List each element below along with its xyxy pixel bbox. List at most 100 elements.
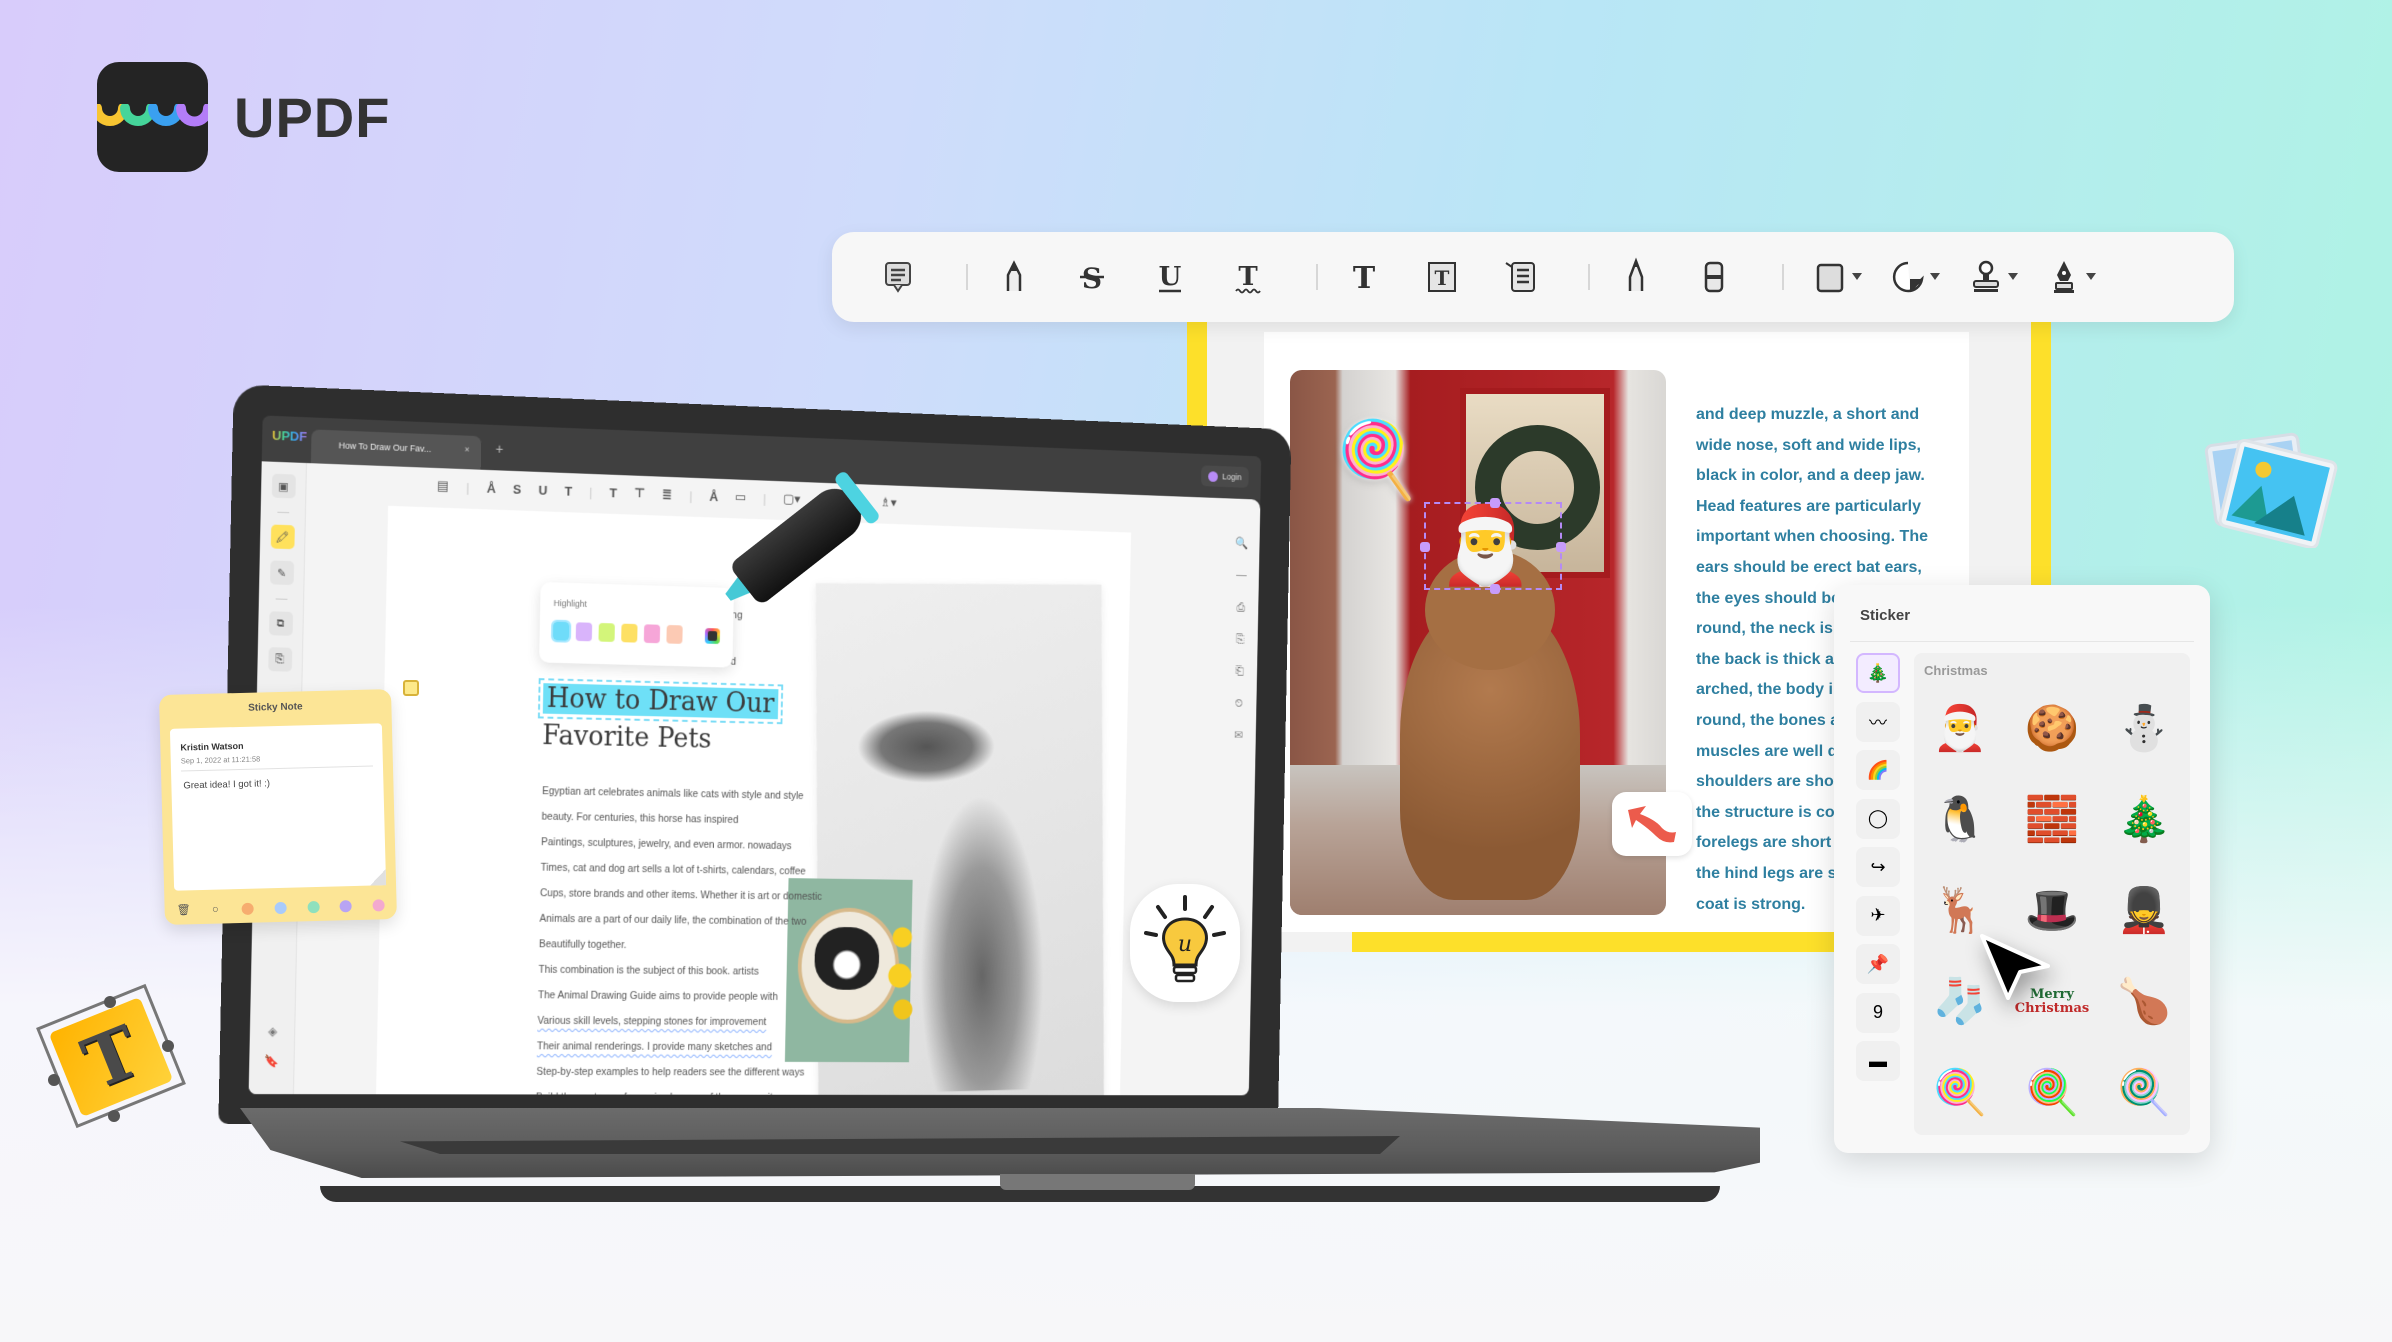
circles-icon: ◯ <box>1867 808 1889 828</box>
selection-box[interactable] <box>1420 498 1566 594</box>
note-color-option[interactable] <box>274 901 287 914</box>
chevron-down-icon[interactable] <box>2086 273 2096 280</box>
login-button[interactable]: Login <box>1200 465 1249 488</box>
app-toolbar-button[interactable]: ≣ <box>662 486 673 502</box>
strikethrough-icon: S <box>1080 262 1104 295</box>
bookmark-icon[interactable]: 🔖 <box>249 1046 295 1076</box>
toolbar-signature-button[interactable] <box>2036 249 2096 305</box>
app-toolbar-button[interactable]: U <box>538 482 547 497</box>
highlight-color-swatch[interactable] <box>550 619 572 643</box>
color-picker-button[interactable] <box>704 628 721 645</box>
highlight-color-swatch[interactable] <box>666 624 683 644</box>
note-message[interactable]: Great idea! I got it! :) <box>183 778 270 791</box>
sticker-category-tape[interactable]: ▬ <box>1856 1041 1900 1081</box>
note-color-option[interactable] <box>307 900 320 913</box>
penguin-icon: 🐧 <box>1932 794 1988 844</box>
app-toolbar-button[interactable]: Å <box>709 489 718 504</box>
note-author: Kristin Watson <box>180 740 244 753</box>
toolbar-squiggly-button[interactable]: T <box>1220 249 1276 305</box>
new-tab-button[interactable]: + <box>495 441 503 457</box>
toolbar-shape-button[interactable] <box>1802 249 1862 305</box>
app-toolbar-button[interactable]: T <box>609 485 617 500</box>
toolbar-comment-button[interactable] <box>870 249 926 305</box>
toolbar-text-callout-button[interactable] <box>1492 249 1548 305</box>
resize-handle[interactable] <box>1490 584 1500 594</box>
sidebar-tool-button[interactable]: ✎ <box>269 560 294 586</box>
toolbar-eraser-button[interactable] <box>1686 249 1742 305</box>
app-toolbar-button[interactable]: S <box>513 481 522 496</box>
sticker-snowman[interactable]: ⛄ <box>2098 683 2190 774</box>
resize-handle[interactable] <box>1420 542 1430 552</box>
sticker-category-circles[interactable]: ◯ <box>1856 798 1900 839</box>
sticker-santa[interactable]: 🎅 <box>1914 683 2006 774</box>
app-toolbar-button[interactable]: ⊤ <box>634 485 646 501</box>
candy-cane-sticker[interactable]: 🍭 <box>1330 412 1428 505</box>
app-toolbar-button[interactable]: T <box>564 483 572 498</box>
toolbar-text-box-button[interactable]: T <box>1414 249 1470 305</box>
sticker-gingerbread[interactable]: 🍪 <box>2006 683 2098 774</box>
note-color-option[interactable] <box>372 898 385 912</box>
sidebar-tool-button[interactable]: ▣ <box>271 473 296 499</box>
app-toolbar-button[interactable]: ♗▾ <box>880 495 897 511</box>
rectangle-shape-icon <box>1816 263 1844 293</box>
lightbulb-sticker[interactable]: u <box>1130 884 1240 1002</box>
sticker-candy-cane-yellow[interactable]: 🍭 <box>2006 1047 2098 1138</box>
highlight-color-swatch[interactable] <box>598 622 615 642</box>
sidebar-tool-button[interactable]: ⧉ <box>268 611 293 636</box>
sticker-category-christmas[interactable]: 🎄 <box>1856 653 1900 693</box>
sidebar-tool-button[interactable]: 🖍 <box>270 524 295 550</box>
right-sidebar-button[interactable]: ⎗ <box>1222 655 1258 688</box>
app-toolbar-button[interactable]: ▤ <box>437 478 449 494</box>
highlight-color-swatch[interactable] <box>643 624 661 644</box>
sticker-category-weather[interactable]: 🌈 <box>1856 750 1900 790</box>
right-sidebar-button[interactable]: ⏲ <box>1221 687 1257 720</box>
sticky-note[interactable]: Sticky Note Kristin Watson Sep 1, 2022 a… <box>159 689 397 925</box>
arrow-sticker[interactable] <box>1612 792 1692 856</box>
layers-icon[interactable]: ◈ <box>250 1016 296 1046</box>
sticker-category-doodles[interactable]: 〰 <box>1856 701 1900 742</box>
resize-handle[interactable] <box>1556 542 1566 552</box>
trash-icon[interactable]: 🗑 <box>176 903 191 916</box>
avatar-icon <box>1208 470 1218 482</box>
tab-close-button[interactable]: × <box>464 444 469 454</box>
text-line: important when choosing. The <box>1696 528 1928 546</box>
toolbar-highlight-button[interactable] <box>986 249 1042 305</box>
chevron-down-icon[interactable] <box>2008 273 2018 280</box>
toolbar-strikethrough-button[interactable]: S <box>1064 249 1120 305</box>
sticker-christmas-tree[interactable]: 🎄 <box>2098 774 2190 865</box>
sticker-nutcracker[interactable]: 💂 <box>2098 865 2190 956</box>
chevron-down-icon[interactable] <box>1930 273 1940 280</box>
note-color-option[interactable] <box>241 902 255 915</box>
sticker-roast-turkey[interactable]: 🍗 <box>2098 956 2190 1047</box>
sticker-category-notes[interactable]: 📌 <box>1856 944 1900 984</box>
app-toolbar-button[interactable]: Å <box>487 480 496 495</box>
body-text: Step-by-step examples to help readers se… <box>536 1065 805 1079</box>
resize-handle[interactable] <box>1490 498 1500 508</box>
comment-marker-icon[interactable] <box>403 680 419 696</box>
sticker-chimney-santa[interactable]: 🧱 <box>2006 774 2098 865</box>
right-sidebar-button[interactable]: ⎘ <box>1222 623 1258 656</box>
right-sidebar-button[interactable]: ✉ <box>1220 719 1256 752</box>
sticker-category-numbers[interactable]: 9 <box>1856 992 1900 1033</box>
highlighted-heading[interactable]: How to Draw Our <box>538 677 784 726</box>
sticker-grid: 🎅 🍪 ⛄ 🐧 🧱 🎄 🦌 🎩 💂 🧦 Merry Christmas 🍗 🍭 🍭 🍭 <box>1914 683 2190 1138</box>
toolbar-pencil-button[interactable] <box>1608 249 1664 305</box>
chevron-down-icon[interactable] <box>1852 273 1862 280</box>
highlight-color-swatch[interactable] <box>621 623 638 643</box>
right-sidebar-button[interactable]: 🔍 <box>1224 527 1260 560</box>
sticker-candy-cane-blue[interactable]: 🍭 <box>2098 1047 2190 1138</box>
sticker-candy-cane-red[interactable]: 🍭 <box>1914 1047 2006 1138</box>
highlight-color-swatch[interactable] <box>575 622 593 642</box>
toolbar-sticker-button[interactable] <box>1880 249 1940 305</box>
sticker-category-paper-plane[interactable]: ✈ <box>1856 895 1900 936</box>
circle-color-icon[interactable]: ○ <box>209 903 221 915</box>
toolbar-stamp-button[interactable] <box>1958 249 2018 305</box>
sticker-penguin[interactable]: 🐧 <box>1914 774 2006 865</box>
right-sidebar-button[interactable]: ⎙ <box>1223 591 1259 624</box>
toolbar-underline-button[interactable]: U <box>1142 249 1198 305</box>
app-toolbar-button[interactable]: ▭ <box>735 489 747 505</box>
note-color-option[interactable] <box>339 899 353 912</box>
sticker-category-arrows[interactable]: ↪ <box>1856 847 1900 887</box>
toolbar-text-button[interactable]: T <box>1336 249 1392 305</box>
sidebar-tool-button[interactable]: ⎘ <box>267 647 292 672</box>
